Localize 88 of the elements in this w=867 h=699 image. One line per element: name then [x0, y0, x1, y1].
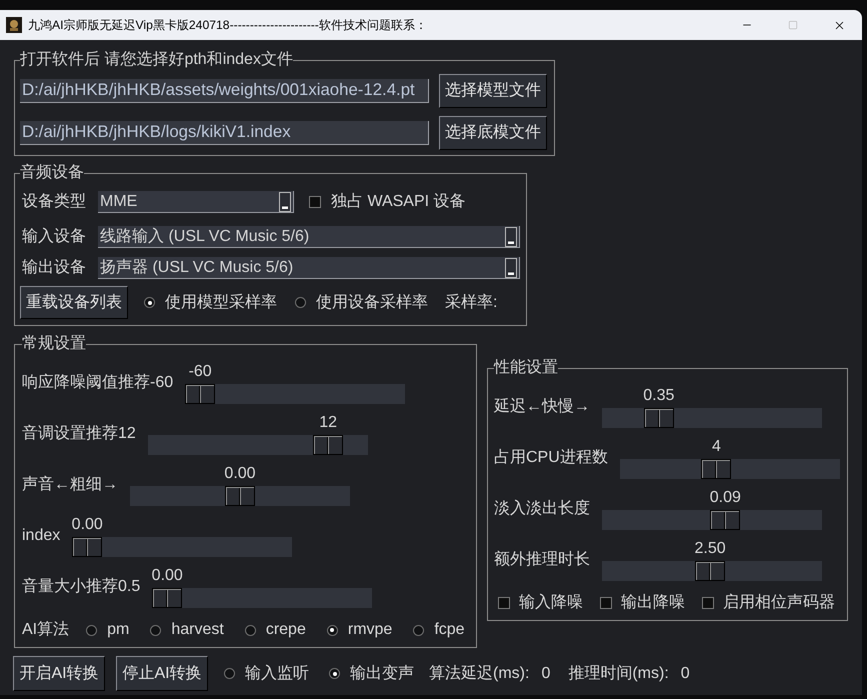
- slider-track[interactable]: [620, 459, 840, 479]
- field-label: 设备类型: [22, 192, 87, 212]
- radio-label[interactable]: rmvpe: [348, 620, 392, 640]
- radio-button[interactable]: [329, 668, 340, 679]
- radio-button[interactable]: [244, 624, 256, 636]
- slider-value: 12: [319, 413, 337, 433]
- radio-button[interactable]: [224, 668, 235, 679]
- radio-label[interactable]: pm: [107, 620, 130, 640]
- file-path-field[interactable]: D:/ai/jhHKB/jhHKB/logs/kikiV1.index: [20, 121, 429, 145]
- radio-label[interactable]: 输入监听: [245, 662, 309, 684]
- window-title: 九鸿AI宗师版无延迟Vip黑卡版240718----------------------软件技术问题联系：: [28, 16, 427, 34]
- radio-label[interactable]: 输出变声: [350, 662, 414, 684]
- input-device-dropdown[interactable]: 线路输入 (USL VC Music 5/6): [98, 226, 520, 248]
- device-type-dropdown[interactable]: MME: [98, 191, 294, 213]
- slider-label: 占用CPU进程数: [494, 448, 608, 468]
- slider-label: 声音←粗细→: [22, 474, 118, 495]
- slider-thumb[interactable]: [644, 408, 674, 428]
- slider-track[interactable]: [152, 588, 372, 608]
- reload-devices-button[interactable]: 重载设备列表: [20, 286, 128, 319]
- slider-thumb[interactable]: [185, 384, 216, 404]
- slider-thumb[interactable]: [72, 537, 102, 557]
- slider-thumb[interactable]: [225, 486, 255, 506]
- slider-value: 0.00: [72, 515, 103, 535]
- output-device-dropdown[interactable]: 扬声器 (USL VC Music 5/6): [98, 257, 520, 279]
- slider-label: 音量大小推荐0.5: [22, 576, 140, 597]
- slider-value: 0.00: [152, 566, 183, 586]
- slider-track[interactable]: [130, 486, 350, 506]
- checkbox[interactable]: [600, 597, 612, 609]
- radio-button[interactable]: [144, 297, 155, 308]
- radio-label[interactable]: 使用设备采样率: [316, 292, 428, 314]
- stat-label: 算法延迟(ms):: [429, 664, 530, 684]
- slider-label: 响应降噪阈值推荐-60: [22, 372, 174, 393]
- stop-conversion-button[interactable]: 停止AI转换: [116, 656, 208, 691]
- slider-label: 延迟←快慢→: [494, 396, 590, 417]
- radio-button[interactable]: [86, 624, 98, 636]
- maximize-icon: [788, 20, 798, 30]
- slider-track[interactable]: [72, 537, 292, 557]
- start-conversion-button[interactable]: 开启AI转换: [13, 656, 105, 691]
- group-title: 音频设备: [20, 163, 84, 183]
- slider-value: 2.50: [694, 539, 726, 559]
- app-logo-icon: [6, 17, 22, 33]
- radio-label[interactable]: harvest: [171, 620, 224, 640]
- radio-label[interactable]: 使用模型采样率: [165, 292, 277, 314]
- checkbox[interactable]: [498, 597, 510, 609]
- radio-button[interactable]: [150, 624, 162, 636]
- slider-value: -60: [188, 362, 212, 382]
- checkbox-label[interactable]: 独占 WASAPI 设备: [331, 191, 466, 213]
- slider-value: 0.00: [224, 464, 256, 484]
- slider-value: 0.35: [643, 386, 674, 406]
- slider-value: 4: [712, 437, 721, 457]
- slider-track[interactable]: [602, 408, 822, 428]
- select-file-button[interactable]: 选择模型文件: [439, 74, 547, 108]
- radio-label[interactable]: crepe: [266, 620, 306, 640]
- select-file-button[interactable]: 选择底模文件: [439, 116, 547, 150]
- stat-value: 0: [680, 664, 690, 684]
- radio-label[interactable]: fcpe: [434, 620, 465, 640]
- sample-rate-label: 采样率:: [445, 292, 498, 312]
- slider-label: index: [22, 526, 60, 546]
- slider-track[interactable]: [185, 384, 406, 404]
- group-title: 常规设置: [22, 334, 86, 354]
- file-path-field[interactable]: D:/ai/jhHKB/jhHKB/assets/weights/001xiaohe-12.4.pt: [20, 79, 429, 103]
- radio-button[interactable]: [413, 624, 424, 636]
- group-title: 性能设置: [494, 358, 558, 378]
- field-label: 输出设备: [22, 258, 87, 278]
- slider-thumb[interactable]: [701, 459, 732, 479]
- slider-label: 音调设置推荐12: [22, 424, 136, 444]
- slider-thumb[interactable]: [152, 588, 182, 608]
- slider-thumb[interactable]: [710, 510, 740, 530]
- checkbox-label[interactable]: 输出降噪: [621, 593, 685, 613]
- group-title: 打开软件后 请您选择好pth和index文件: [20, 50, 293, 70]
- slider-label: 淡入淡出长度: [494, 498, 590, 519]
- slider-thumb[interactable]: [313, 435, 344, 455]
- slider-track[interactable]: [602, 561, 822, 581]
- checkbox-label[interactable]: 启用相位声码器: [723, 593, 835, 613]
- slider-value: 0.09: [710, 488, 741, 508]
- radio-button[interactable]: [326, 624, 338, 636]
- slider-track[interactable]: [148, 435, 368, 455]
- radio-button[interactable]: [295, 297, 306, 308]
- stat-value: 0: [541, 664, 550, 684]
- checkbox[interactable]: [309, 196, 321, 208]
- slider-track[interactable]: [602, 510, 822, 530]
- field-label: 输入设备: [22, 226, 87, 247]
- slider-label: 额外推理时长: [494, 550, 590, 570]
- checkbox[interactable]: [702, 597, 714, 609]
- stat-label: 推理时间(ms):: [568, 664, 669, 684]
- slider-thumb[interactable]: [695, 561, 726, 581]
- checkbox-label[interactable]: 输入降噪: [519, 593, 583, 613]
- algorithm-label: AI算法: [22, 620, 70, 640]
